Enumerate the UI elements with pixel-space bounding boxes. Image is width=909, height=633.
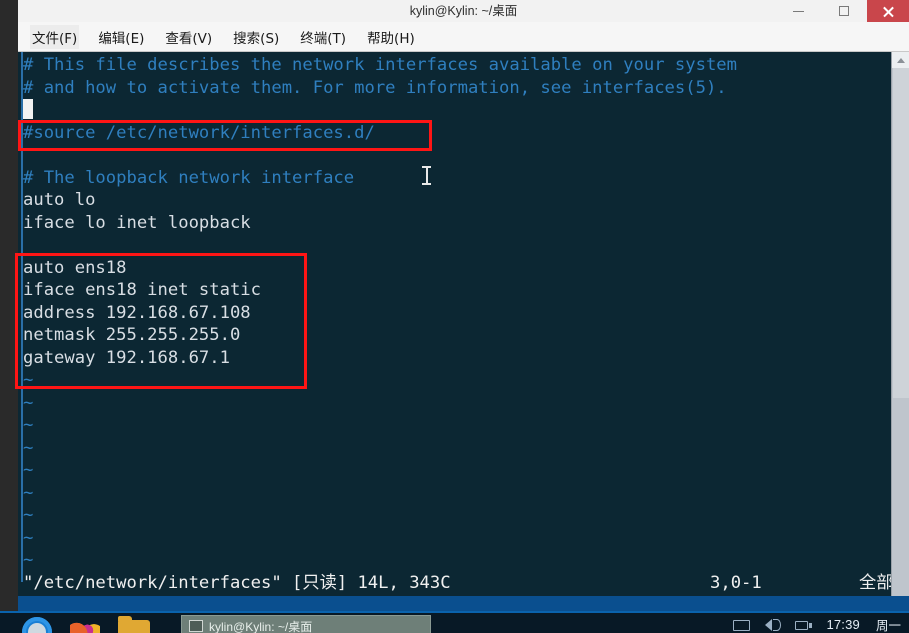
desktop-background — [0, 0, 18, 611]
status-scroll: 全部 — [859, 573, 894, 593]
menu-item-edit[interactable]: 编辑(E) — [98, 27, 144, 47]
buffer-line: # This file describes the network interf… — [23, 55, 737, 75]
buffer-line: netmask 255.255.255.0 — [23, 325, 241, 345]
network-icon[interactable] — [795, 616, 813, 632]
minimize-icon — [792, 10, 804, 12]
taskbar-window-button[interactable]: kylin@Kylin: ~/桌面 — [181, 615, 431, 633]
maximize-button[interactable] — [821, 0, 867, 22]
buffer-line: gateway 192.168.67.1 — [23, 347, 230, 368]
buffer-line: # and how to activate them. For more inf… — [23, 77, 727, 98]
buffer-line: ~ — [23, 437, 34, 458]
menu-item-terminal[interactable]: 终端(T) — [300, 27, 346, 47]
window-controls — [775, 0, 909, 22]
window-bottom-band — [18, 596, 909, 611]
buffer-line — [23, 99, 888, 122]
buffer-line: ~ — [23, 505, 34, 525]
close-button[interactable] — [867, 0, 909, 22]
buffer-line: address 192.168.67.108 — [23, 302, 251, 323]
vim-buffer: # This file describes the network interf… — [23, 54, 888, 572]
screen: kylin@Kylin: ~/桌面 文件(F) 编辑(E) 查看(V) 搜索(S… — [0, 0, 909, 633]
scroll-up-icon[interactable] — [892, 52, 909, 68]
taskbar: kylin@Kylin: ~/桌面 17:39 周一 — [0, 611, 909, 633]
status-filename: "/etc/network/interfaces" [只读] 14L, 343C — [23, 573, 451, 593]
terminal-area[interactable]: # This file describes the network interf… — [18, 52, 909, 611]
menu-item-file[interactable]: 文件(F) — [32, 26, 78, 47]
buffer-line: ~ — [23, 460, 34, 480]
buffer-line: iface lo inet loopback — [23, 212, 251, 233]
buffer-line: #source /etc/network/interfaces.d/ — [23, 122, 375, 143]
minimize-button[interactable] — [775, 0, 821, 22]
window-titlebar[interactable]: kylin@Kylin: ~/桌面 — [18, 0, 909, 23]
text-cursor — [23, 99, 33, 119]
scrollbar-thumb[interactable] — [893, 68, 909, 398]
taskbar-weekday[interactable]: 周一 — [876, 615, 901, 633]
window-bottom-band-left — [0, 596, 18, 611]
terminal-task-icon — [189, 620, 203, 632]
display-icon[interactable] — [733, 616, 751, 632]
terminal-scrollbar[interactable] — [891, 52, 909, 596]
menu-item-help[interactable]: 帮助(H) — [367, 27, 415, 47]
taskbar-clock[interactable]: 17:39 — [826, 617, 860, 632]
close-icon — [882, 5, 895, 18]
buffer-line: ~ — [23, 415, 34, 435]
taskbar-tray: 17:39 周一 — [733, 613, 901, 633]
browser-icon[interactable] — [22, 613, 54, 633]
taskbar-launchers — [0, 613, 150, 633]
terminal-window: kylin@Kylin: ~/桌面 文件(F) 编辑(E) 查看(V) 搜索(S… — [18, 0, 909, 611]
file-manager-icon[interactable] — [118, 613, 150, 633]
buffer-line: ~ — [23, 482, 34, 503]
buffer-line: ~ — [23, 550, 34, 570]
buffer-line: # The loopback network interface — [23, 167, 355, 188]
menu-item-view[interactable]: 查看(V) — [165, 27, 212, 47]
maximize-icon — [839, 6, 849, 16]
terminal-viewport[interactable]: # This file describes the network interf… — [18, 52, 894, 611]
buffer-line: ~ — [23, 392, 34, 413]
status-position: 3,0-1 — [710, 573, 762, 593]
buffer-line: ~ — [23, 527, 34, 548]
menubar: 文件(F) 编辑(E) 查看(V) 搜索(S) 终端(T) 帮助(H) — [18, 22, 909, 52]
buffer-line — [23, 234, 888, 257]
vim-status-line: "/etc/network/interfaces" [只读] 14L, 343C… — [18, 570, 894, 596]
buffer-line: auto lo — [23, 190, 96, 210]
taskbar-window-label: kylin@Kylin: ~/桌面 — [209, 619, 313, 633]
buffer-line: iface ens18 inet static — [23, 280, 261, 300]
menu-item-search[interactable]: 搜索(S) — [233, 27, 279, 47]
buffer-line: auto ens18 — [23, 257, 127, 278]
firefox-icon[interactable] — [70, 613, 102, 633]
buffer-line — [23, 144, 888, 167]
volume-icon[interactable] — [764, 616, 782, 632]
buffer-line: ~ — [23, 370, 34, 390]
